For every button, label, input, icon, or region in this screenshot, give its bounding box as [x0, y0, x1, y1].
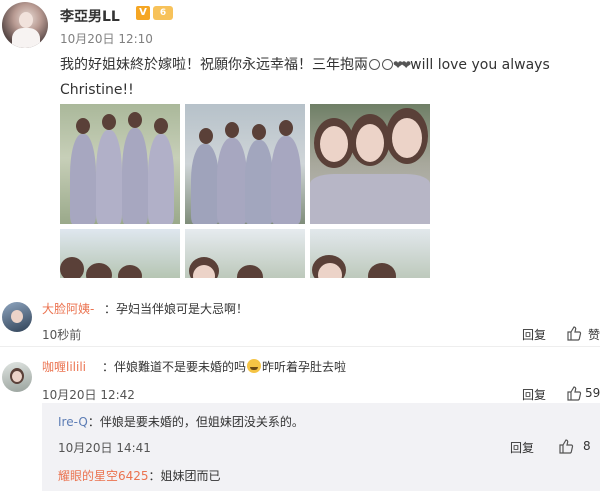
sub-reply-time: 10月20日 14:41	[58, 441, 151, 455]
author-avatar[interactable]	[2, 2, 48, 48]
level-badge: 6	[153, 6, 173, 20]
like-count: 59	[585, 386, 600, 400]
sub-reply-text: ：伴娘是要未婚的，但姐妹团没关系的。	[87, 415, 304, 429]
sub-reply-text: ：姐妹团而已	[148, 469, 221, 483]
post-photo[interactable]	[310, 104, 430, 224]
commenter-avatar[interactable]	[2, 362, 32, 392]
divider	[0, 346, 600, 347]
post-text: 我的好姐妹終於嫁啦！祝願你永远幸福！三年抱兩 ❤❤will love you al…	[60, 53, 598, 103]
sub-reply-name[interactable]: 耀眼的星空6425	[58, 469, 149, 483]
thumb-up-icon[interactable]	[566, 385, 582, 401]
commenter-avatar[interactable]	[2, 302, 32, 332]
commenter-name[interactable]: 咖喱lilili	[42, 358, 86, 375]
like-label[interactable]: 赞	[588, 326, 600, 343]
smile-icon	[382, 59, 393, 70]
post-photo[interactable]	[60, 104, 180, 224]
smile-icon	[369, 59, 380, 70]
comment-time: 10秒前	[42, 328, 82, 342]
post-photo[interactable]	[185, 229, 305, 278]
photo-grid	[60, 104, 432, 278]
comment-text: ：孕妇当伴娘可是大忌啊！	[104, 302, 249, 316]
comment-section: 大脸阿姨- ：孕妇当伴娘可是大忌啊！ 10秒前 回复 赞 咖喱lilili ：伴…	[0, 280, 600, 491]
reply-button[interactable]: 回复	[522, 326, 546, 343]
post-photo[interactable]	[185, 104, 305, 224]
comment-item: 大脸阿姨- ：孕妇当伴娘可是大忌啊！ 10秒前 回复 赞	[0, 294, 600, 354]
verified-badge-icon: V	[136, 6, 150, 20]
post-text-line1: 我的好姐妹終於嫁啦！祝願你永远幸福！三年抱兩	[60, 57, 368, 73]
author-name[interactable]: 李亞男LL	[60, 6, 120, 26]
sub-reply-item: Ire-Q：伴娘是要未婚的，但姐妹团没关系的。	[58, 413, 304, 430]
thumb-up-icon[interactable]	[566, 325, 582, 341]
commenter-name[interactable]: 大脸阿姨-	[42, 300, 94, 317]
sub-reply-name[interactable]: Ire-Q	[58, 415, 88, 429]
post-photo[interactable]	[310, 229, 430, 278]
reply-button[interactable]: 回复	[522, 386, 546, 403]
post-header: 李亞男LL V 6 10月20日 12:10	[0, 0, 600, 52]
comment-text-part: ：伴娘難道不是要未婚的吗	[102, 360, 247, 374]
comment-text-part: 昨听着孕肚去啦	[262, 360, 347, 374]
reply-button[interactable]: 回复	[510, 439, 534, 456]
sub-reply-item: 耀眼的星空6425：姐妹团而已	[58, 467, 221, 484]
laughing-emoji-icon	[247, 359, 262, 373]
post-photo[interactable]	[60, 229, 180, 278]
comment-text: ：伴娘難道不是要未婚的吗 昨听着孕肚去啦	[102, 358, 346, 375]
thumb-up-icon[interactable]	[558, 438, 574, 454]
sub-reply-panel: Ire-Q：伴娘是要未婚的，但姐妹团没关系的。 10月20日 14:41 回复 …	[42, 403, 600, 491]
comment-time: 10月20日 12:42	[42, 388, 135, 402]
post-time[interactable]: 10月20日 12:10	[60, 30, 153, 47]
post-text-line1-end: will love you always	[410, 57, 550, 73]
like-count: 8	[583, 439, 591, 453]
post-text-line2: Christine!!	[60, 82, 134, 98]
